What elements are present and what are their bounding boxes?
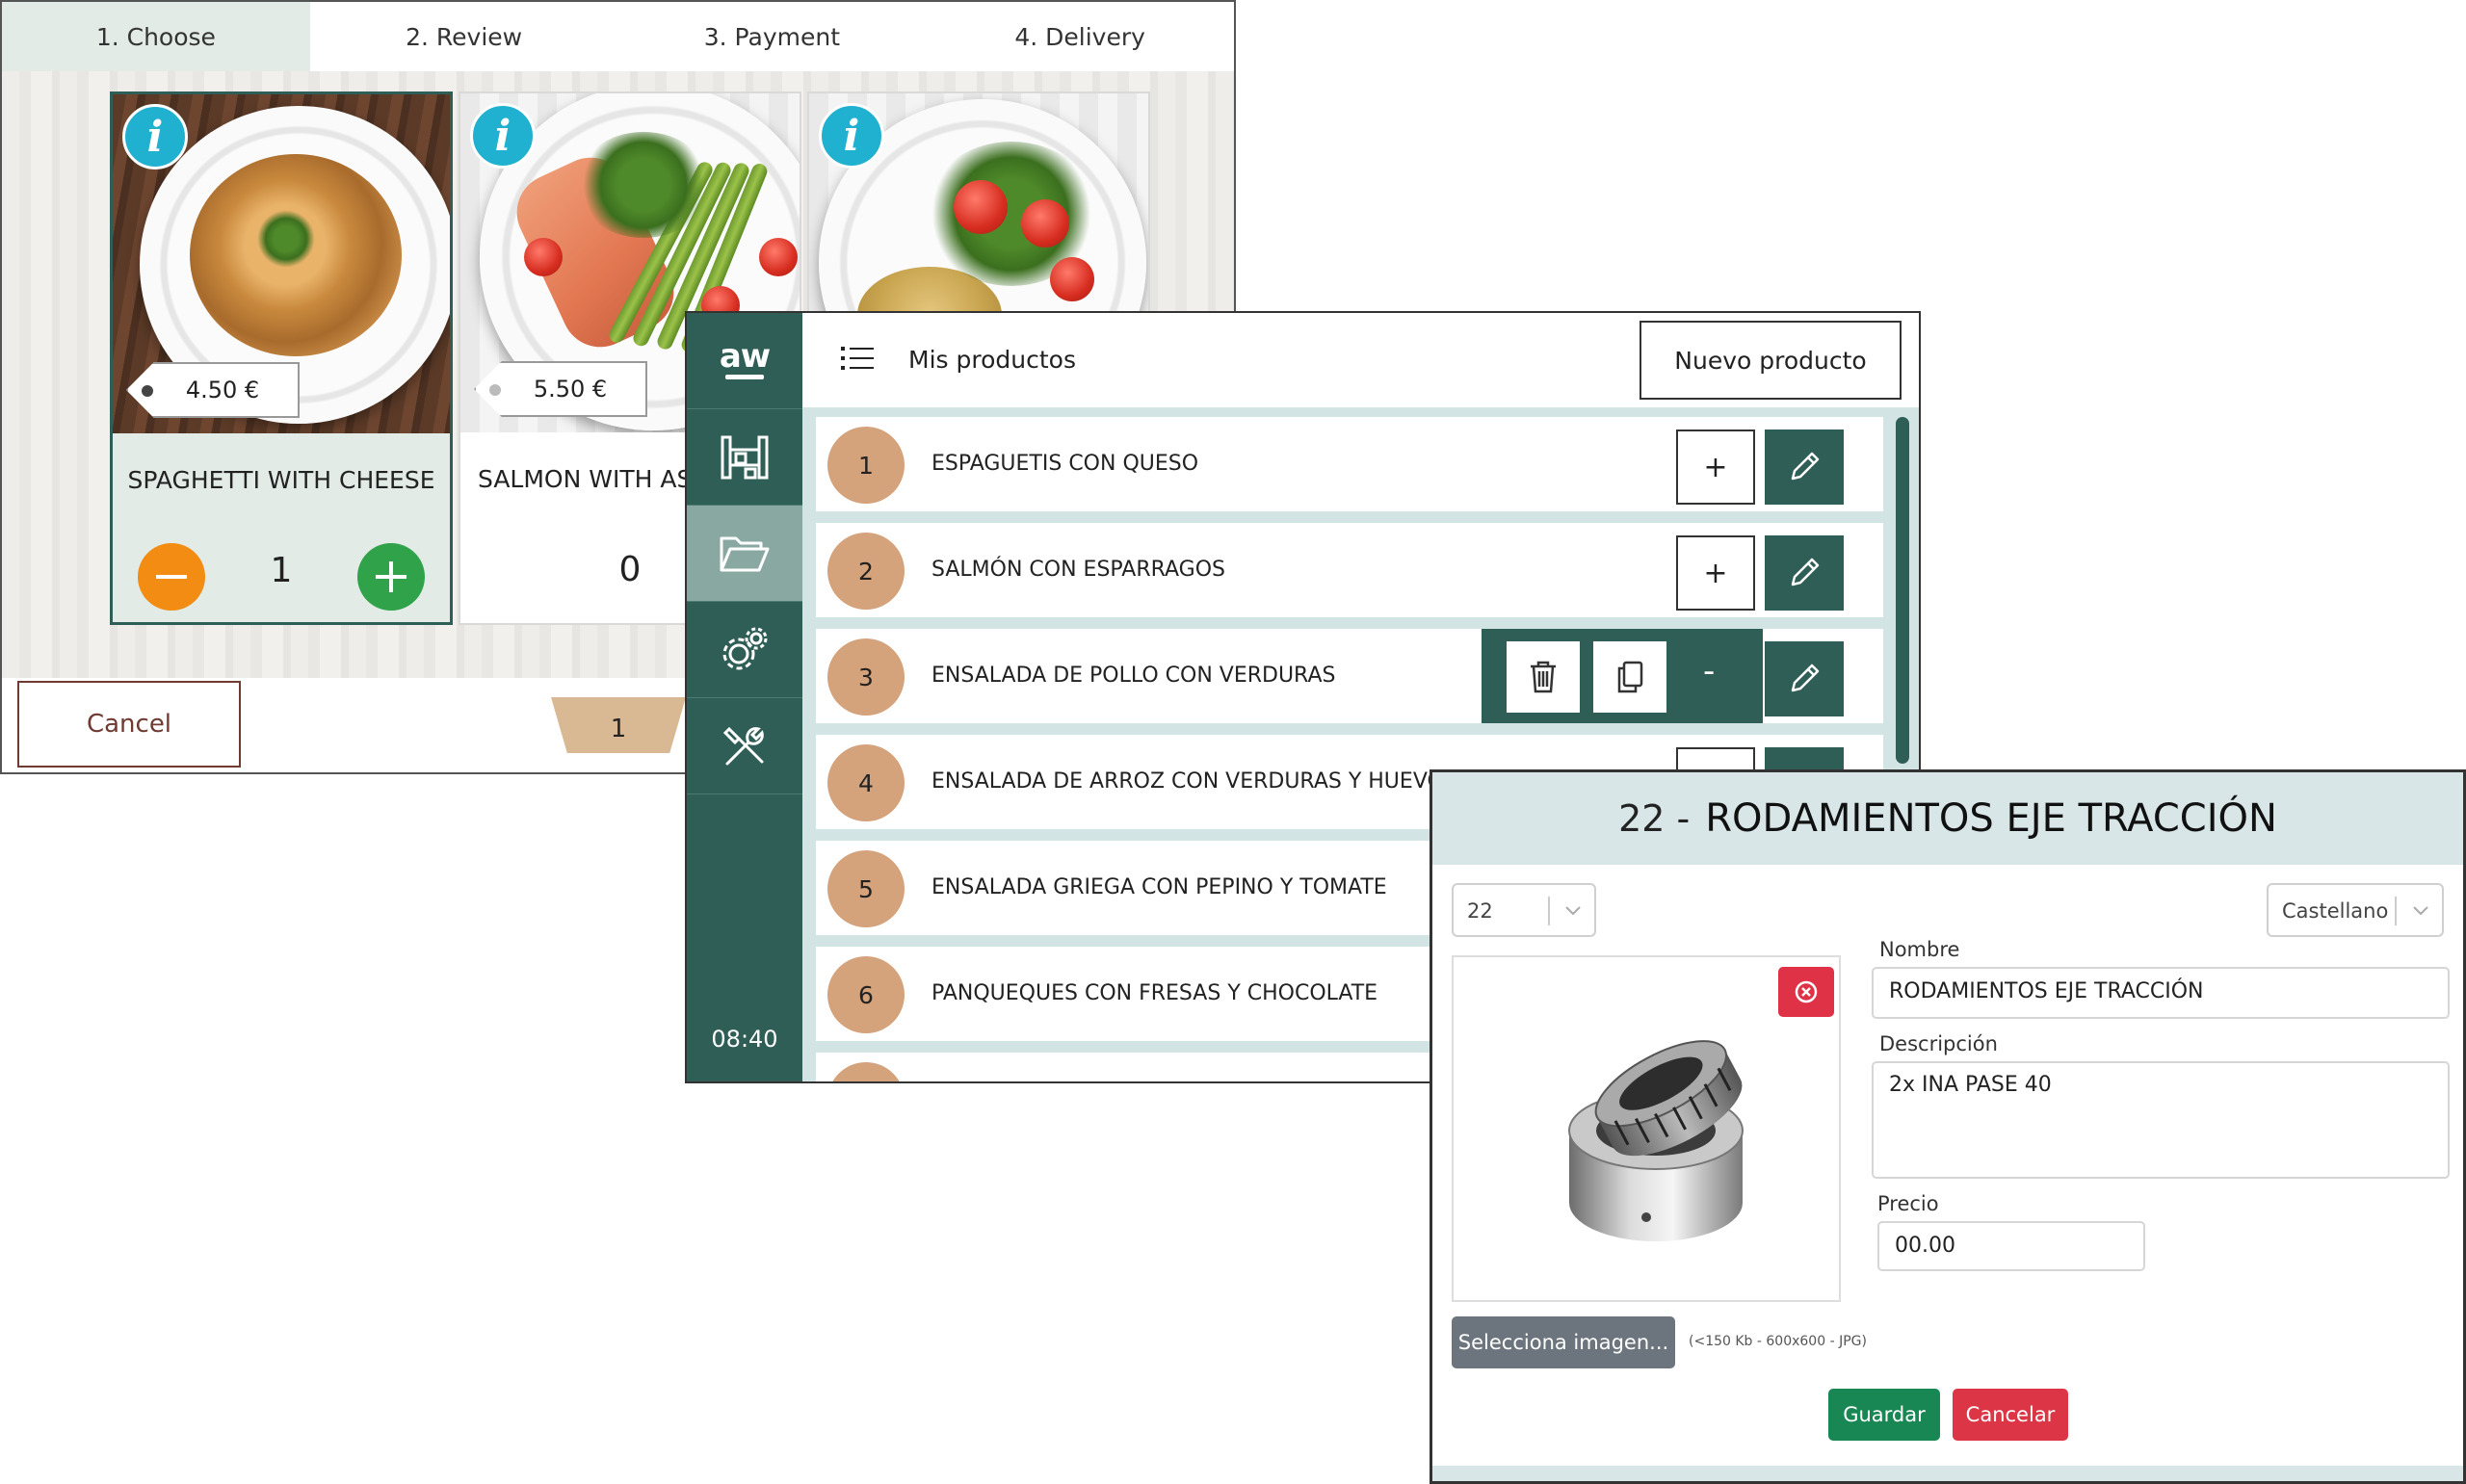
folder-open-icon bbox=[720, 536, 770, 571]
list-item[interactable]: 1 ESPAGUETIS CON QUESO + bbox=[816, 417, 1883, 511]
id-select-value: 22 bbox=[1467, 899, 1493, 923]
sidebar: aw 08:40 bbox=[687, 313, 802, 1081]
tab-delivery[interactable]: 4. Delivery bbox=[926, 2, 1234, 71]
product-number-badge: 2 bbox=[827, 533, 905, 610]
edit-button[interactable] bbox=[1765, 430, 1844, 505]
id-select[interactable]: 22 bbox=[1452, 883, 1596, 937]
choose-image-button[interactable]: Selecciona imagen... bbox=[1452, 1316, 1675, 1368]
add-button[interactable]: + bbox=[1676, 430, 1755, 505]
sidebar-item-settings[interactable] bbox=[687, 602, 802, 698]
nombre-label: Nombre bbox=[1879, 938, 1960, 961]
sidebar-item-warehouse[interactable] bbox=[687, 409, 802, 506]
product-image-box bbox=[1452, 955, 1841, 1302]
precio-label: Precio bbox=[1877, 1192, 1939, 1215]
info-icon[interactable]: i bbox=[122, 104, 188, 169]
gears-icon bbox=[722, 627, 768, 669]
product-number-badge: 3 bbox=[827, 638, 905, 716]
price-label: 4.50 € bbox=[185, 377, 260, 404]
edit-button[interactable] bbox=[1765, 535, 1844, 611]
chevron-down-icon bbox=[1565, 906, 1581, 916]
price-label: 5.50 € bbox=[533, 376, 608, 403]
add-button[interactable]: + bbox=[1676, 535, 1755, 611]
tab-choose[interactable]: 1. Choose bbox=[2, 2, 310, 71]
pencil-icon bbox=[1791, 664, 1820, 692]
scrollbar[interactable] bbox=[1896, 417, 1909, 764]
product-image-bearing bbox=[1568, 1040, 1744, 1241]
dialog-title: RODAMIENTOS EJE TRACCIÓN bbox=[1705, 796, 2277, 841]
pencil-icon bbox=[1791, 558, 1820, 586]
row-action-panel: - bbox=[1482, 629, 1763, 723]
edit-product-dialog: 22 - RODAMIENTOS EJE TRACCIÓN 22 Castell… bbox=[1430, 769, 2466, 1484]
clock-time: 08:40 bbox=[711, 1026, 778, 1053]
step-tabs: 1. Choose 2. Review 3. Payment 4. Delive… bbox=[2, 2, 1234, 71]
tab-payment[interactable]: 3. Payment bbox=[618, 2, 927, 71]
product-number-badge: 5 bbox=[827, 850, 905, 927]
product-name: ESPAGUETIS CON QUESO bbox=[931, 452, 1199, 476]
price-tag: 4.50 € bbox=[126, 362, 300, 418]
edit-button[interactable] bbox=[1765, 641, 1844, 716]
save-button[interactable]: Guardar bbox=[1828, 1389, 1940, 1441]
tag-hole-icon bbox=[142, 385, 153, 397]
chevron-down-icon bbox=[2413, 906, 2428, 916]
tab-review[interactable]: 2. Review bbox=[310, 2, 618, 71]
list-item[interactable]: 3 ENSALADA DE POLLO CON VERDURAS - bbox=[816, 629, 1883, 723]
dialog-header: 22 - RODAMIENTOS EJE TRACCIÓN bbox=[1432, 772, 2463, 865]
info-icon[interactable]: i bbox=[470, 103, 536, 169]
copy-icon bbox=[1617, 661, 1643, 693]
delete-button[interactable] bbox=[1507, 641, 1580, 713]
tag-hole-icon bbox=[489, 384, 501, 396]
product-name: SPAGHETTI WITH CHEESE bbox=[127, 465, 435, 494]
product-number-badge: 4 bbox=[827, 744, 905, 821]
product-card-spaghetti[interactable]: i 4.50 € SPAGHETTI WITH CHEESE 1 bbox=[110, 91, 453, 625]
product-id: 22 - bbox=[1618, 797, 1691, 840]
precio-field[interactable]: 00.00 bbox=[1877, 1221, 2145, 1271]
duplicate-button[interactable] bbox=[1593, 641, 1666, 713]
product-name: ENSALADA GRIEGA CON PEPINO Y TOMATE bbox=[931, 875, 1387, 899]
remove-button[interactable]: - bbox=[1703, 652, 1715, 690]
warehouse-icon bbox=[721, 435, 769, 479]
price-tag: 5.50 € bbox=[474, 361, 647, 417]
tools-icon bbox=[722, 726, 764, 765]
sidebar-item-products[interactable] bbox=[687, 506, 802, 602]
new-product-button[interactable]: Nuevo producto bbox=[1640, 321, 1902, 400]
image-hint: (<150 Kb - 600x600 - JPG) bbox=[1689, 1334, 1867, 1349]
trash-icon bbox=[1531, 661, 1556, 693]
descripcion-label: Descripción bbox=[1879, 1032, 1998, 1055]
product-number-badge: 6 bbox=[827, 956, 905, 1033]
close-circle-icon bbox=[1795, 980, 1818, 1003]
product-number-badge: 1 bbox=[827, 427, 905, 504]
plus-icon bbox=[376, 561, 407, 592]
product-name: ENSALADA DE ARROZ CON VERDURAS Y HUEVO bbox=[931, 769, 1444, 794]
language-select-value: Castellano bbox=[2282, 899, 2389, 923]
remove-image-button[interactable] bbox=[1778, 967, 1834, 1017]
page-title: Mis productos bbox=[908, 346, 1076, 374]
language-select[interactable]: Castellano bbox=[2267, 883, 2444, 937]
product-name: PANQUEQUES CON FRESAS Y CHOCOLATE bbox=[931, 981, 1378, 1005]
pencil-icon bbox=[1791, 452, 1820, 481]
basket-count[interactable]: 1 bbox=[551, 697, 686, 753]
descripcion-field[interactable]: 2x INA PASE 40 bbox=[1872, 1061, 2450, 1179]
sidebar-item-tools[interactable] bbox=[687, 698, 802, 794]
quantity-stepper: 1 bbox=[113, 539, 450, 616]
dialog-footer-strip bbox=[1432, 1466, 2463, 1481]
nombre-field[interactable]: RODAMIENTOS EJE TRACCIÓN bbox=[1872, 967, 2450, 1019]
admin-topbar: Mis productos Nuevo producto bbox=[802, 313, 1919, 407]
product-number-badge bbox=[827, 1062, 905, 1081]
list-item[interactable]: 2 SALMÓN CON ESPARRAGOS + bbox=[816, 523, 1883, 617]
product-name: SALMÓN CON ESPARRAGOS bbox=[931, 558, 1226, 582]
list-menu-icon[interactable] bbox=[841, 346, 874, 371]
cancel-button[interactable]: Cancel bbox=[17, 681, 241, 768]
app-logo: aw bbox=[720, 340, 771, 380]
product-name: ENSALADA DE POLLO CON VERDURAS bbox=[931, 664, 1336, 688]
sidebar-logo[interactable]: aw bbox=[687, 313, 802, 409]
info-icon[interactable]: i bbox=[819, 103, 884, 169]
cancel-button[interactable]: Cancelar bbox=[1953, 1389, 2068, 1441]
increase-button[interactable] bbox=[357, 543, 425, 611]
